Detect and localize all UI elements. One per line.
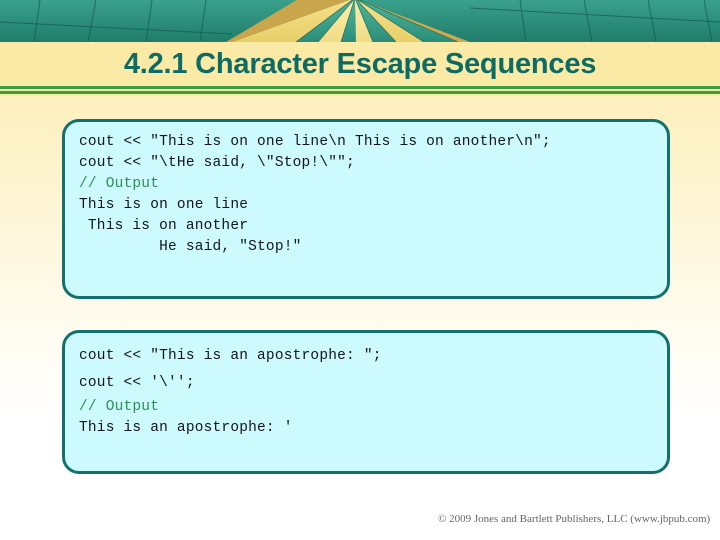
divider-line-top xyxy=(0,86,720,89)
code-comment-line: // Output xyxy=(79,176,160,192)
code-line: cout << "This is an apostrophe: "; xyxy=(79,348,382,364)
title-band: 4.2.1 Character Escape Sequences xyxy=(0,42,720,86)
code-comment-line: // Output xyxy=(79,399,160,415)
code-output-line: This is on one line xyxy=(79,197,249,213)
code-line: cout << "\tHe said, \"Stop!\""; xyxy=(79,155,355,171)
code-output-line: This is an apostrophe: ' xyxy=(79,420,293,436)
title-divider xyxy=(0,86,720,96)
copyright-text: © 2009 Jones and Bartlett Publishers, LL… xyxy=(438,513,711,525)
code-line: cout << '\''; xyxy=(79,375,195,391)
banner-photo xyxy=(0,0,720,42)
code-block-1: cout << "This is on one line\n This is o… xyxy=(62,119,670,299)
page-title: 4.2.1 Character Escape Sequences xyxy=(123,47,597,80)
code-line: cout << "This is on one line\n This is o… xyxy=(79,134,551,150)
balloon-canopy-icon xyxy=(0,0,720,42)
divider-line-bottom xyxy=(0,91,720,94)
code-output-line: This is on another xyxy=(79,218,249,234)
footer: © 2009 Jones and Bartlett Publishers, LL… xyxy=(438,510,714,528)
slide: 4.2.1 Character Escape Sequences cout <<… xyxy=(0,0,720,540)
code-output-line: He said, "Stop!" xyxy=(79,239,302,255)
code-block-2: cout << "This is an apostrophe: "; cout … xyxy=(62,330,670,474)
